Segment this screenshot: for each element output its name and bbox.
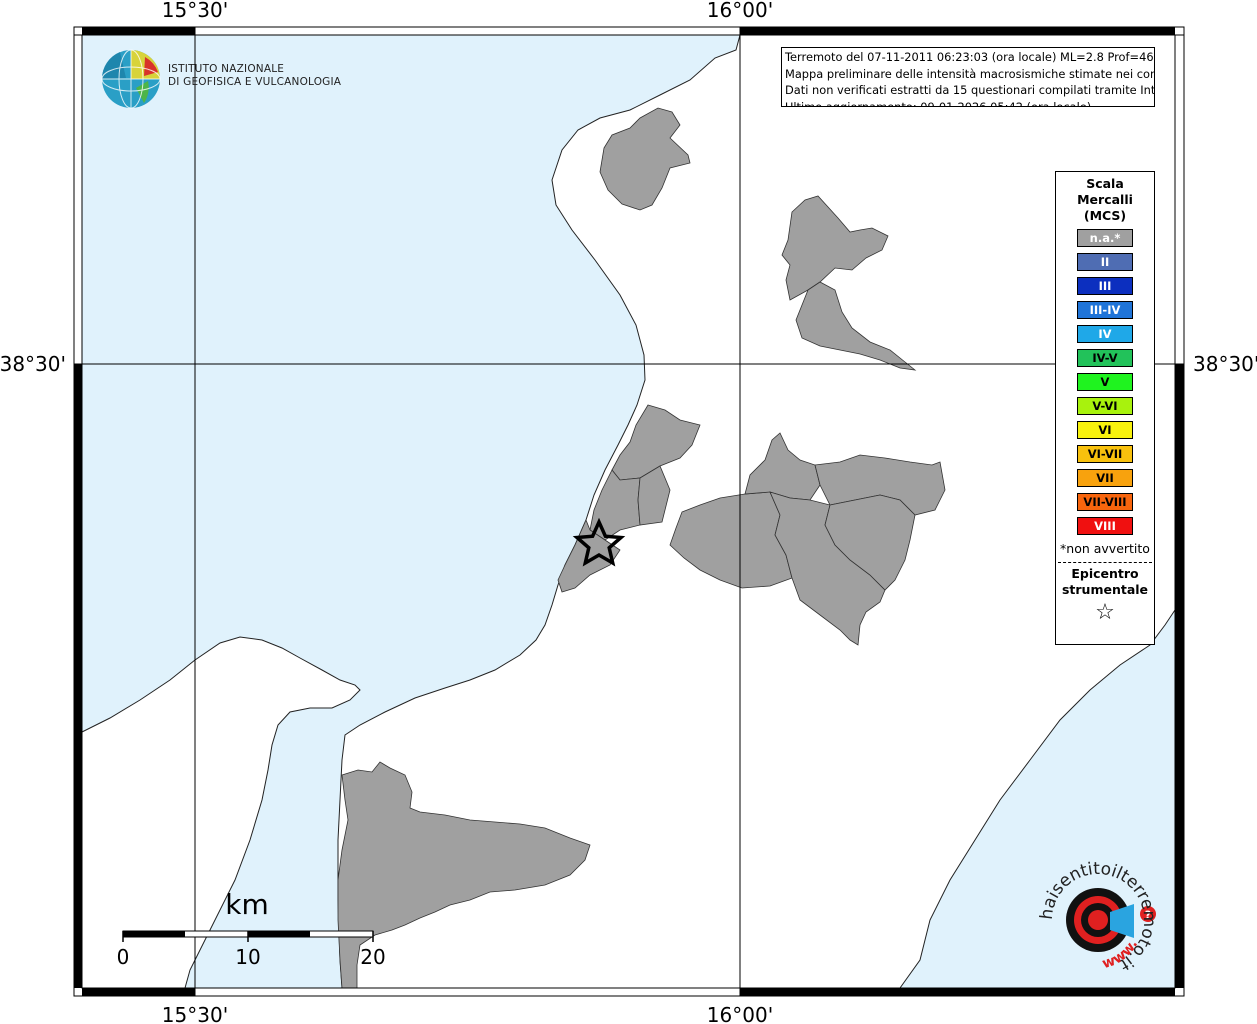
legend-epicenter-line-2: strumentale <box>1061 582 1149 597</box>
earthquake-info-box: Terremoto del 07-11-2011 06:23:03 (ora l… <box>781 47 1155 107</box>
legend-items: n.a.* II III III-IV IV IV-V V V-VI VI VI-VII VII VI… <box>1056 229 1154 535</box>
ingv-name: ISTITUTO NAZIONALE DI GEOFISICA E VULCAN… <box>168 63 341 89</box>
legend-item: VI <box>1077 421 1133 439</box>
info-line-source: Dati non verificati estratti da 15 quest… <box>785 83 1155 98</box>
lat-label-right: 38°30' <box>1193 352 1257 376</box>
info-line-updated: Ultimo aggiornamento: 09-01-2026 05:42 (… <box>785 99 1092 107</box>
legend-epicenter-label: Epicentro strumentale <box>1056 566 1154 598</box>
legend-item: V-VI <box>1077 397 1133 415</box>
lon-label-bottom-1530: 15°30' <box>162 1003 228 1024</box>
globe-icon <box>101 49 161 109</box>
hsit-logo: ? haisentitoilterremoto.it www. <box>1037 859 1159 975</box>
legend-item: III <box>1077 277 1133 295</box>
info-line-description: Mappa preliminare delle intensità macros… <box>785 66 1155 81</box>
legend-divider <box>1058 562 1152 563</box>
legend-item: VII-VIII <box>1077 493 1133 511</box>
legend-item: VI-VII <box>1077 445 1133 463</box>
legend-item: VII <box>1077 469 1133 487</box>
legend-epicenter-line-1: Epicentro <box>1071 566 1139 581</box>
legend-item: IV <box>1077 325 1133 343</box>
mcs-legend: Scala Mercalli (MCS) n.a.* II III III-IV IV I… <box>1055 171 1155 645</box>
ingv-line-1: ISTITUTO NAZIONALE <box>168 63 285 75</box>
legend-title: Scala Mercalli (MCS) <box>1056 176 1154 224</box>
lon-label-bottom-1600: 16°00' <box>707 1003 773 1024</box>
legend-title-line-3: (MCS) <box>1083 208 1127 223</box>
ingv-line-2: DI GEOFISICA E VULCANOLOGIA <box>168 76 342 88</box>
legend-item: VIII <box>1077 517 1133 535</box>
legend-title-line-2: Mercalli <box>1077 192 1133 207</box>
lat-label-left: 38°30' <box>0 352 66 376</box>
legend-title-line-1: Scala <box>1086 176 1124 191</box>
scale-tick-0: 0 <box>117 945 130 969</box>
lon-label-top-1600: 16°00' <box>707 0 773 22</box>
legend-item: IV-V <box>1077 349 1133 367</box>
legend-item: III-IV <box>1077 301 1133 319</box>
legend-note: *non avvertito <box>1060 541 1150 556</box>
ingv-logo: ISTITUTO NAZIONALE DI GEOFISICA E VULCAN… <box>100 48 341 110</box>
scale-unit: km <box>225 888 269 921</box>
map-area <box>81 34 1176 989</box>
legend-item: II <box>1077 253 1133 271</box>
legend-item: n.a.* <box>1077 229 1133 247</box>
legend-star-icon: ☆ <box>1095 600 1115 625</box>
lon-label-top-1530: 15°30' <box>162 0 228 22</box>
scale-tick-20: 20 <box>360 945 385 969</box>
legend-item: V <box>1077 373 1133 391</box>
info-line-event: Terremoto del 07-11-2011 06:23:03 (ora l… <box>785 50 1155 64</box>
scale-tick-10: 10 <box>235 945 260 969</box>
